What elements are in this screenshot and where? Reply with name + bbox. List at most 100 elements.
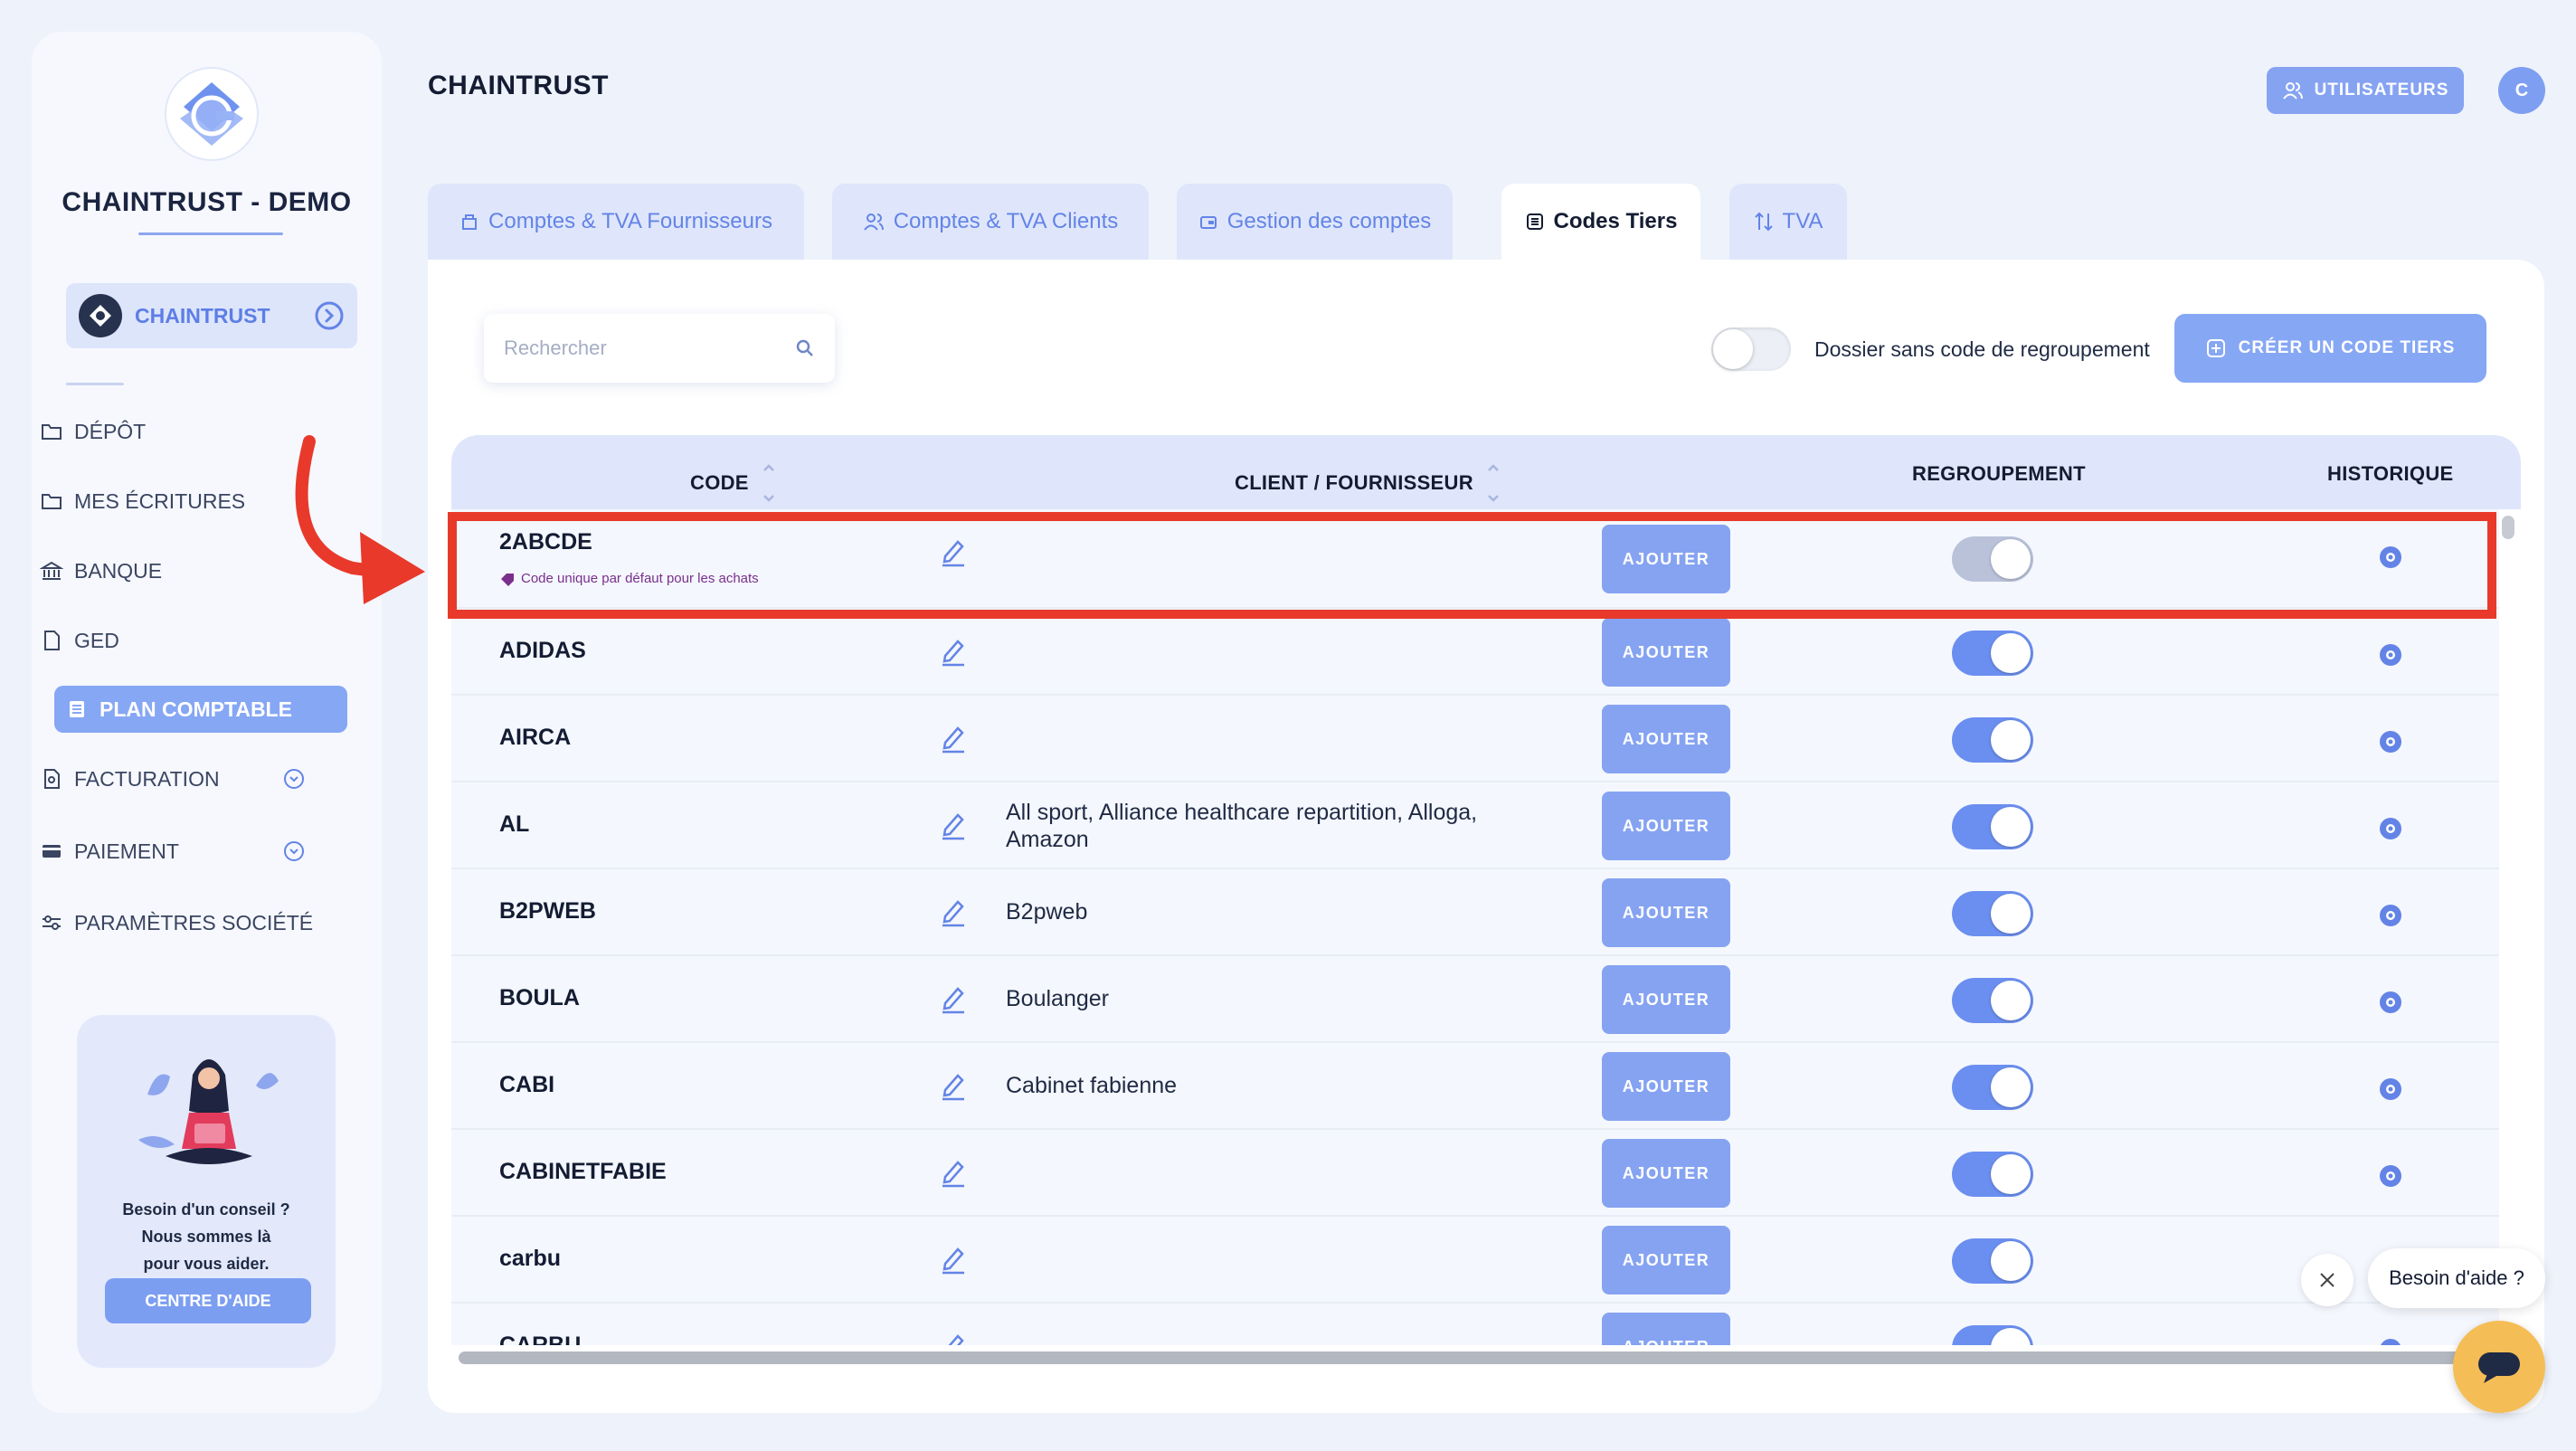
chevron-right-circle-icon[interactable]	[314, 300, 345, 331]
table-row[interactable]: BOULA Boulanger AJOUTER	[451, 956, 2499, 1043]
avatar[interactable]: C	[2498, 67, 2545, 114]
add-client-button[interactable]: AJOUTER	[1602, 965, 1730, 1034]
edit-pencil-icon[interactable]	[940, 810, 967, 840]
add-client-button[interactable]: AJOUTER	[1602, 1226, 1730, 1295]
column-header-client[interactable]: CLIENT / FOURNISSEUR	[1235, 462, 1501, 504]
toggle-knob	[1991, 1154, 2031, 1194]
bank-icon	[40, 561, 63, 580]
help-center-button[interactable]: CENTRE D'AIDE	[105, 1278, 311, 1323]
edit-pencil-icon[interactable]	[940, 983, 967, 1014]
table-row[interactable]: carbu AJOUTER	[451, 1217, 2499, 1304]
regroupement-toggle[interactable]	[1952, 804, 2033, 849]
sidebar-item-banque[interactable]: BANQUE	[29, 547, 318, 594]
help-text-line: Nous sommes là	[141, 1228, 271, 1246]
vertical-scrollbar[interactable]	[2502, 516, 2514, 539]
company-name: CHAINTRUST	[135, 303, 270, 327]
tab-codes-tiers[interactable]: Codes Tiers	[1501, 184, 1700, 260]
sidebar-item-plan-comptable[interactable]: PLAN COMPTABLE	[54, 686, 347, 733]
column-header-code[interactable]: CODE	[690, 462, 776, 504]
row-client: Boulanger	[1006, 986, 1109, 1011]
add-client-button[interactable]: AJOUTER	[1602, 1313, 1730, 1345]
regroupement-toggle[interactable]	[1952, 717, 2033, 763]
eye-icon[interactable]	[2377, 817, 2404, 840]
add-client-button[interactable]: AJOUTER	[1602, 1139, 1730, 1208]
column-label: HISTORIQUE	[2327, 462, 2454, 485]
eye-icon[interactable]	[2377, 730, 2404, 754]
add-client-button[interactable]: AJOUTER	[1602, 705, 1730, 773]
sidebar-item-ged[interactable]: GED	[29, 617, 318, 664]
regroupement-toggle[interactable]	[1952, 1238, 2033, 1284]
tab-gestion-des-comptes[interactable]: Gestion des comptes	[1177, 184, 1453, 260]
company-selector[interactable]: CHAINTRUST	[66, 283, 357, 348]
eye-icon[interactable]	[2377, 643, 2404, 667]
column-header-regroupement: REGROUPEMENT	[1912, 462, 2086, 486]
page-title: CHAINTRUST	[428, 71, 609, 100]
eye-icon[interactable]	[2377, 1338, 2404, 1345]
sort-icon[interactable]	[1486, 462, 1501, 504]
regroupement-toggle[interactable]	[1952, 1152, 2033, 1197]
search-input[interactable]: Rechercher	[504, 337, 795, 360]
table-row[interactable]: CABI Cabinet fabienne AJOUTER	[451, 1043, 2499, 1130]
table-row[interactable]: CABINETFABIE AJOUTER	[451, 1130, 2499, 1217]
table-row[interactable]: AIRCA AJOUTER	[451, 696, 2499, 782]
edit-pencil-icon[interactable]	[940, 636, 967, 667]
chat-launcher-button[interactable]	[2453, 1321, 2545, 1413]
add-client-button[interactable]: AJOUTER	[1602, 618, 1730, 687]
edit-pencil-icon[interactable]	[940, 896, 967, 927]
create-code-tiers-button[interactable]: CRÉER UN CODE TIERS	[2174, 314, 2486, 383]
add-client-button[interactable]: AJOUTER	[1602, 792, 1730, 860]
sidebar-item-facturation[interactable]: FACTURATION	[29, 755, 318, 802]
table-row[interactable]: ADIDAS AJOUTER	[451, 609, 2499, 696]
search-box[interactable]: Rechercher	[484, 314, 835, 383]
search-icon[interactable]	[795, 338, 815, 358]
meditation-illustration-icon	[129, 1040, 283, 1176]
wallet-icon	[1199, 216, 1217, 229]
column-header-historique: HISTORIQUE	[2327, 462, 2454, 486]
eye-icon[interactable]	[2377, 904, 2404, 927]
add-client-button[interactable]: AJOUTER	[1602, 878, 1730, 947]
toggle-knob	[1991, 633, 2031, 673]
sidebar-item-paiement[interactable]: PAIEMENT	[29, 828, 318, 875]
sort-icon[interactable]	[762, 462, 776, 504]
eye-icon[interactable]	[2377, 1077, 2404, 1101]
chevron-down-icon[interactable]	[282, 839, 306, 863]
table-row[interactable]: AL All sport, Alliance healthcare repart…	[451, 782, 2499, 869]
regroupement-toggle[interactable]	[1952, 891, 2033, 936]
chevron-down-icon[interactable]	[282, 767, 306, 791]
edit-pencil-icon[interactable]	[940, 1331, 967, 1345]
sidebar-item-parametres-societe[interactable]: PARAMÈTRES SOCIÉTÉ	[29, 899, 318, 946]
regroupement-toggle[interactable]	[1952, 1065, 2033, 1110]
sidebar-item-label: PAIEMENT	[74, 839, 179, 863]
tab-tva[interactable]: TVA	[1729, 184, 1847, 260]
horizontal-scrollbar[interactable]	[459, 1351, 2505, 1364]
regroupement-toggle[interactable]	[1952, 978, 2033, 1023]
tab-comptes-tva-fournisseurs[interactable]: Comptes & TVA Fournisseurs	[428, 184, 804, 260]
tab-comptes-tva-clients[interactable]: Comptes & TVA Clients	[832, 184, 1149, 260]
regroupement-toggle[interactable]	[1952, 1325, 2033, 1345]
close-help-bubble-button[interactable]	[2301, 1254, 2353, 1306]
eye-icon[interactable]	[2377, 991, 2404, 1014]
row-code: ADIDAS	[499, 638, 586, 663]
create-button-label: CRÉER UN CODE TIERS	[2238, 338, 2456, 357]
table-row[interactable]: B2PWEB B2pweb AJOUTER	[451, 869, 2499, 956]
tab-label: TVA	[1782, 209, 1823, 233]
edit-pencil-icon[interactable]	[940, 723, 967, 754]
no-grouping-toggle[interactable]	[1711, 327, 1791, 371]
regroupement-toggle[interactable]	[1952, 631, 2033, 676]
help-bubble[interactable]: Besoin d'aide ?	[2368, 1248, 2545, 1308]
sidebar-item-mes-ecritures[interactable]: MES ÉCRITURES	[29, 478, 318, 525]
table-header: CODE CLIENT / FOURNISSEUR REGROUPEMENT H…	[451, 435, 2521, 509]
row-code: AIRCA	[499, 725, 572, 750]
edit-pencil-icon[interactable]	[940, 1244, 967, 1275]
users-button-label: UTILISATEURS	[2314, 81, 2449, 100]
users-button[interactable]: UTILISATEURS	[2267, 67, 2464, 114]
sidebar-item-depot[interactable]: DÉPÔT	[29, 408, 318, 455]
add-client-button[interactable]: AJOUTER	[1602, 1052, 1730, 1121]
eye-icon[interactable]	[2377, 1164, 2404, 1188]
row-client: B2pweb	[1006, 899, 1088, 925]
sidebar-item-label: GED	[74, 628, 119, 652]
edit-pencil-icon[interactable]	[940, 1157, 967, 1188]
row-code: AL	[499, 811, 530, 837]
edit-pencil-icon[interactable]	[940, 1070, 967, 1101]
table-row[interactable]: CARBU AJOUTER	[451, 1304, 2499, 1345]
